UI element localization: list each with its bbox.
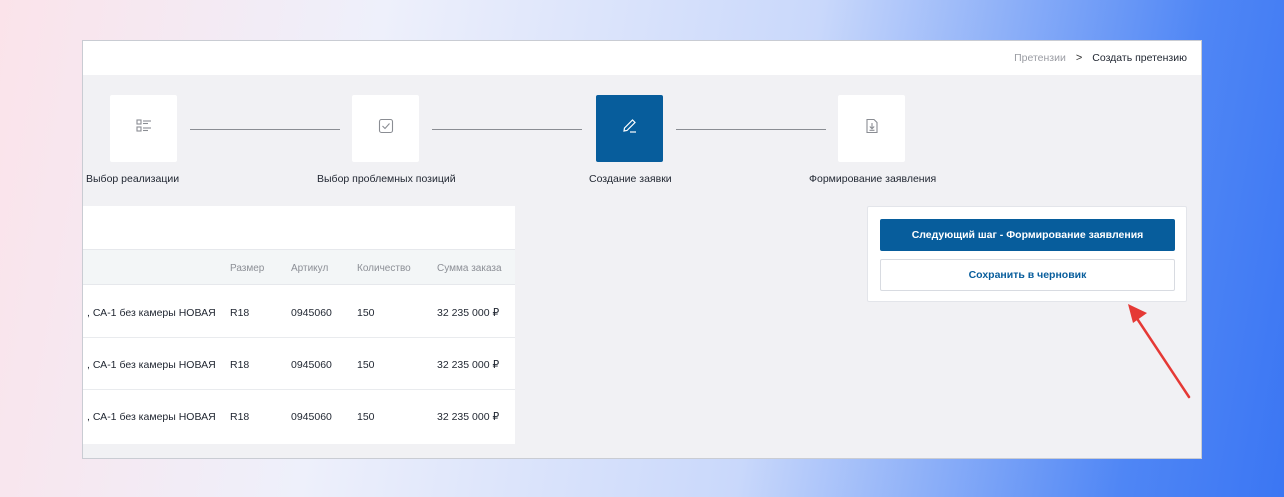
cell-quantity: 150 <box>357 411 375 423</box>
next-step-button[interactable]: Следующий шаг - Формирование заявления <box>880 219 1175 251</box>
cell-size: R18 <box>230 359 250 371</box>
step-label: Выбор реализации <box>86 173 180 185</box>
breadcrumb-link-claims[interactable]: Претензии <box>1014 52 1066 64</box>
cell-name: , СА-1 без камеры НОВАЯ <box>87 411 216 423</box>
cell-article: 0945060 <box>291 307 332 319</box>
cell-sum: 32 235 000 ₽ <box>437 359 500 371</box>
annotation-arrow-icon <box>1128 304 1191 399</box>
step-2-box[interactable] <box>352 95 419 162</box>
app-window: Претензии > Создать претензию Выбор реал… <box>82 40 1202 459</box>
table-row[interactable]: , СА-1 без камеры НОВАЯ R18 0945060 150 … <box>83 338 515 390</box>
step-connector-3 <box>676 129 826 130</box>
actions-panel: Следующий шаг - Формирование заявления С… <box>867 206 1187 302</box>
save-draft-button[interactable]: Сохранить в черновик <box>880 259 1175 291</box>
step-1-box[interactable] <box>110 95 177 162</box>
step-connector-2 <box>432 129 582 130</box>
breadcrumb-current: Создать претензию <box>1092 52 1187 64</box>
cell-name: , СА-1 без камеры НОВАЯ <box>87 359 216 371</box>
top-bar: Претензии > Создать претензию <box>83 41 1201 75</box>
positions-table: Размер Артикул Количество Сумма заказа ,… <box>83 206 515 444</box>
cell-article: 0945060 <box>291 359 332 371</box>
cell-sum: 32 235 000 ₽ <box>437 307 500 319</box>
step-label: Выбор проблемных позиций <box>317 173 456 185</box>
column-header-quantity: Количество <box>357 263 411 274</box>
step-label: Создание заявки <box>589 173 672 185</box>
column-header-sum: Сумма заказа <box>437 263 502 274</box>
table-row[interactable]: , СА-1 без камеры НОВАЯ R18 0945060 150 … <box>83 286 515 338</box>
cell-name: , СА-1 без камеры НОВАЯ <box>87 307 216 319</box>
pencil-icon <box>621 117 639 140</box>
cell-quantity: 150 <box>357 359 375 371</box>
column-header-article: Артикул <box>291 263 329 274</box>
cell-quantity: 150 <box>357 307 375 319</box>
breadcrumb-separator: > <box>1075 52 1083 64</box>
checkbox-icon <box>377 117 395 140</box>
cell-size: R18 <box>230 411 250 423</box>
document-download-icon <box>863 117 881 140</box>
cell-article: 0945060 <box>291 411 332 423</box>
step-3-box[interactable] <box>596 95 663 162</box>
table-row[interactable]: , СА-1 без камеры НОВАЯ R18 0945060 150 … <box>83 390 515 442</box>
cell-size: R18 <box>230 307 250 319</box>
list-icon <box>135 117 153 140</box>
table-header: Размер Артикул Количество Сумма заказа <box>83 249 515 285</box>
step-connector-1 <box>190 129 340 130</box>
step-4-box[interactable] <box>838 95 905 162</box>
breadcrumb: Претензии > Создать претензию <box>1014 52 1187 64</box>
cell-sum: 32 235 000 ₽ <box>437 411 500 423</box>
step-label: Формирование заявления <box>809 173 937 185</box>
column-header-size: Размер <box>230 263 265 274</box>
